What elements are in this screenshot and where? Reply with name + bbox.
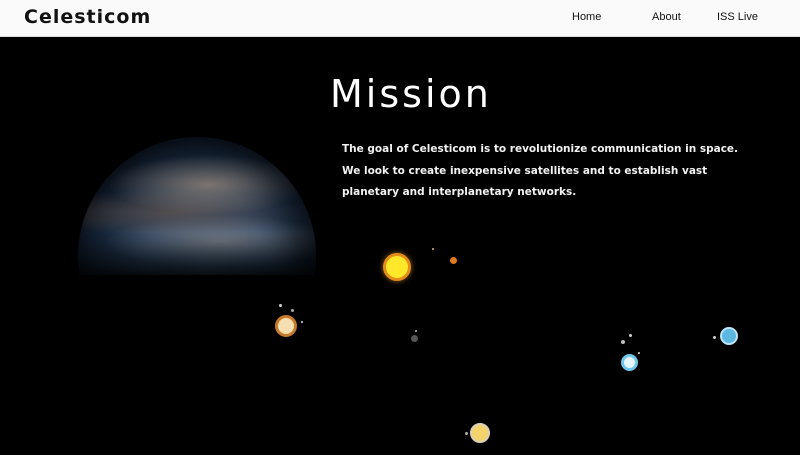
tiny-moon-icon xyxy=(279,304,282,307)
gray-planet-icon xyxy=(411,335,418,342)
tiny-moon-icon xyxy=(638,352,640,354)
mission-heading: Mission xyxy=(330,72,492,116)
tiny-moon-icon xyxy=(301,321,303,323)
brand-logo[interactable]: Celesticom xyxy=(24,6,151,28)
blue-planet-icon xyxy=(720,327,738,345)
orange-planet-icon xyxy=(450,257,457,264)
tiny-moon-icon xyxy=(629,334,632,337)
planet-shadow xyxy=(78,232,316,275)
nav-link-about[interactable]: About xyxy=(652,11,681,23)
space-hero-section: Mission The goal of Celesticom is to rev… xyxy=(0,37,800,455)
sun-icon xyxy=(383,253,411,281)
tiny-moon-icon xyxy=(415,330,417,332)
yellow-planet-icon xyxy=(470,423,490,443)
tiny-star-icon xyxy=(432,248,434,250)
tiny-moon-icon xyxy=(621,340,625,344)
cream-planet-icon xyxy=(275,315,297,337)
tiny-moon-icon xyxy=(291,309,294,312)
tiny-moon-icon xyxy=(465,432,468,435)
nav-link-home[interactable]: Home xyxy=(572,11,601,23)
top-navbar: Celesticom Home About ISS Live xyxy=(0,0,800,37)
planet-image xyxy=(78,137,316,275)
ice-planet-icon xyxy=(621,354,638,371)
mission-description: The goal of Celesticom is to revolutioni… xyxy=(342,143,739,198)
tiny-moon-icon xyxy=(713,336,716,339)
nav-link-iss-live[interactable]: ISS Live xyxy=(717,11,758,23)
